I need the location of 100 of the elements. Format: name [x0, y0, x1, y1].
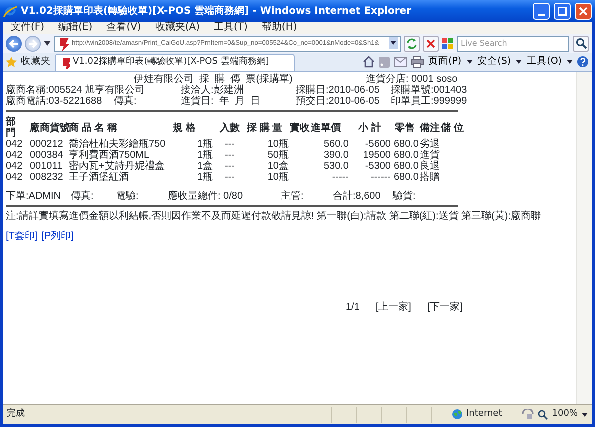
table-cell-text: 680.0	[392, 161, 419, 172]
menu-button[interactable]: 工具(O)	[526, 54, 563, 70]
caret-icon[interactable]	[516, 60, 522, 64]
table-cell-text: 042	[6, 139, 24, 150]
menu-item[interactable]: 查看(V)	[106, 22, 142, 34]
document-title: 伊娃有限公司 採 購 傳 票(採購單)	[133, 74, 294, 85]
table-cell-text: 王子酒堡紅酒	[69, 172, 130, 183]
pager-link[interactable]: [上一家]	[376, 302, 412, 313]
signoff-field: 下單:ADMIN	[6, 191, 71, 202]
home-icon[interactable]	[362, 56, 374, 68]
note-text: 注:請詳實填寫進價金額以利結帳,否則因作業不及而延遲付款敬請見諒! 第一聯(白):請款 第二聯(紅):送貨 第三聯(黃):廠商聯	[6, 211, 542, 222]
caret-icon	[389, 37, 398, 50]
column-header: 實收	[289, 122, 311, 134]
table-cell-text: -5600	[364, 139, 391, 150]
print-link[interactable]: [P列印]	[42, 231, 74, 242]
column-header: 採 購 量	[247, 122, 284, 134]
menu-item[interactable]: 收藏夹(A)	[155, 22, 200, 34]
caret-icon[interactable]	[44, 41, 51, 46]
menu-item[interactable]: 工具(T)	[214, 22, 248, 34]
signoff-field: 主管:	[281, 191, 333, 202]
column-header: 部門	[6, 117, 16, 139]
table-cell-text: 042	[6, 150, 24, 161]
magnifier-icon	[538, 410, 548, 420]
table-cell-text: 亨利費西酒750ML	[69, 150, 150, 161]
dropdown-button[interactable]	[389, 36, 398, 51]
caret-icon[interactable]	[582, 412, 588, 416]
table-cell: 搭贈	[419, 172, 441, 183]
mail-icon[interactable]	[394, 57, 406, 67]
scrollbar[interactable]	[576, 72, 592, 404]
table-cell: 進貨	[419, 150, 441, 161]
signoff-field: 驗貨:	[393, 191, 466, 202]
table-cell-text: 042	[6, 161, 24, 172]
arrow-left-icon	[9, 38, 19, 48]
caret-icon[interactable]	[466, 60, 473, 64]
page-count: 1/1	[346, 302, 360, 313]
ie-logo-icon	[3, 4, 17, 18]
table-cell-text: 008232	[30, 172, 64, 183]
column-header: 商 品 名 稱	[69, 122, 118, 134]
table-cell-text: 10盒	[266, 161, 289, 172]
table-cell-text: 1瓶	[196, 172, 213, 183]
table-cell-text: ---	[224, 150, 236, 161]
stop-icon	[426, 38, 436, 48]
table-cell-text: ---	[224, 172, 236, 183]
zoom-button[interactable]: 100%	[538, 408, 578, 422]
back-button[interactable]	[6, 36, 22, 52]
page-icon	[60, 57, 70, 69]
refresh-button[interactable]	[404, 36, 420, 52]
help-icon[interactable]	[577, 56, 589, 68]
table-cell-text: 19500	[362, 150, 391, 161]
security-zone: Internet	[436, 408, 518, 422]
table-cell-text: ---	[224, 139, 236, 150]
info-field: 廠商名稱:005524 旭亨有限公司	[6, 85, 181, 96]
table-cell: 良退	[419, 161, 441, 172]
column-header: 小 計	[357, 122, 382, 134]
table-cell-text: 680.0	[392, 150, 419, 161]
search-field[interactable]: Live Search	[457, 36, 569, 52]
info-field: 採購日:2010-06-05	[296, 85, 391, 96]
windows-flag-icon	[442, 38, 453, 49]
search-icon	[576, 38, 586, 49]
table-cell-text: 042	[6, 172, 24, 183]
browser-tab[interactable]: V1.02採購單印表(轉驗收單)[X-POS 雲端商務網]	[55, 54, 295, 71]
maximize-button[interactable]	[554, 2, 571, 20]
menu-button[interactable]: 安全(S)	[476, 54, 512, 70]
arrow-right-icon	[28, 38, 38, 48]
favorites-button[interactable]: 收藏夹	[6, 54, 51, 70]
star-icon	[6, 56, 17, 68]
table-cell-text: ------	[370, 172, 391, 183]
close-button[interactable]	[575, 2, 592, 20]
info-field: 傳真:	[114, 96, 181, 107]
print-link[interactable]: [T套印]	[6, 231, 38, 242]
menu-item[interactable]: 编辑(E)	[58, 22, 93, 34]
menu-button[interactable]: 页面(P)	[428, 54, 463, 70]
stop-button[interactable]	[423, 36, 439, 52]
column-header: 儲 位	[441, 122, 465, 134]
table-cell-text: 001011	[30, 161, 64, 172]
table-cell-text: 10瓶	[266, 139, 289, 150]
print-icon[interactable]	[410, 56, 424, 68]
table-cell-text: -5300	[364, 161, 391, 172]
table-cell-text: 1瓶	[196, 150, 213, 161]
table-cell-text: 390.0	[322, 150, 349, 161]
window-title: V1.02採購單印表(轉驗收單)[X-POS 雲端商務網] - Windows Internet Explorer	[21, 4, 413, 18]
pager-link[interactable]: [下一家]	[427, 302, 464, 313]
search-button[interactable]	[573, 36, 589, 52]
table-cell-text: 000384	[30, 150, 64, 161]
minimize-button[interactable]	[533, 2, 550, 20]
signoff-field: 合計:8,600	[333, 191, 393, 202]
menu-item[interactable]: 帮助(H)	[262, 22, 298, 34]
menu-item[interactable]: 文件(F)	[11, 22, 45, 34]
table-cell-text: 喬治杜柏夫彩繪瓶750	[69, 139, 167, 150]
status-text: 完成	[7, 408, 25, 421]
info-field: 印單員工:999999	[391, 96, 476, 107]
signoff-field: 傳真:	[71, 191, 116, 202]
table-cell-text: 1盒	[196, 161, 213, 172]
close-icon	[579, 6, 588, 16]
page-icon	[57, 36, 69, 50]
table-cell-text: 密內瓦+艾詩丹妮禮盒	[69, 161, 166, 172]
caret-icon[interactable]	[567, 60, 573, 64]
table-cell-text: 1瓶	[196, 139, 213, 150]
table-cell-text: 680.0	[392, 172, 419, 183]
table-cell-text: 560.0	[322, 139, 349, 150]
